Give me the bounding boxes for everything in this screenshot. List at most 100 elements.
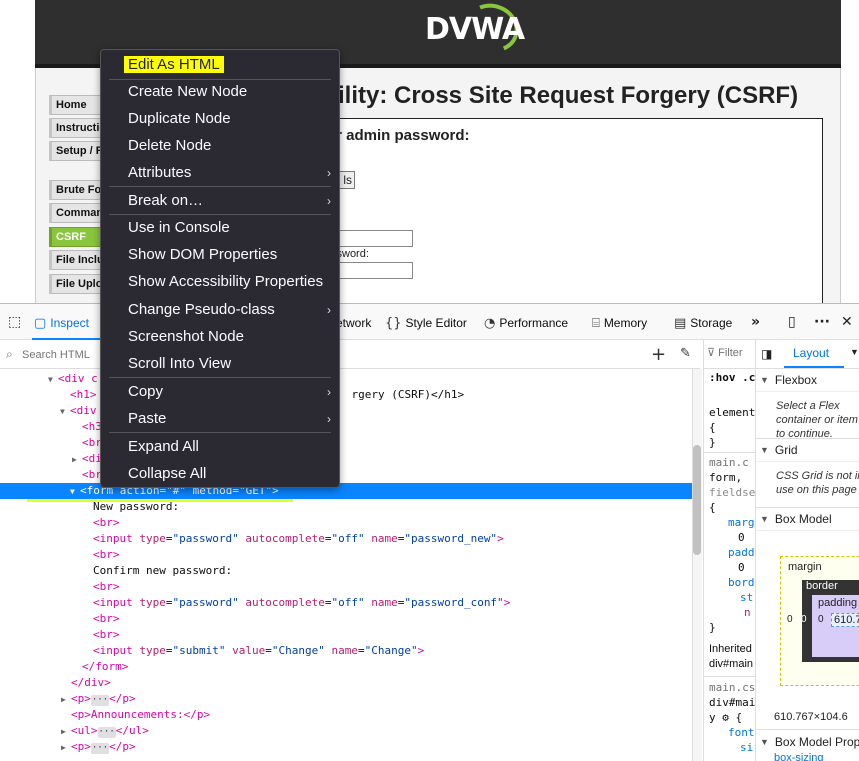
- tree-text-line[interactable]: New password:: [0, 499, 692, 515]
- menu-item-show-accessibility-properties[interactable]: Show Accessibility Properties: [101, 270, 339, 294]
- menu-item-delete-node[interactable]: Delete Node: [101, 134, 339, 158]
- memory-chip-icon: ⌸: [592, 315, 600, 331]
- rules-divider: [704, 452, 755, 453]
- tab-network[interactable]: etwork: [336, 313, 371, 333]
- menu-item-label: Edit As HTML: [124, 56, 224, 73]
- tab-memory[interactable]: ⌸ Memory: [592, 313, 647, 333]
- tree-line[interactable]: ▶ <p>···</p>: [0, 691, 692, 707]
- tree-line[interactable]: <input type="password" autocomplete="off…: [0, 531, 692, 547]
- tree-line[interactable]: <br>: [0, 547, 692, 563]
- menu-item-label: Break on…: [128, 192, 204, 209]
- confirm-password-input[interactable]: [333, 262, 413, 279]
- rule-source[interactable]: main.c: [709, 456, 749, 469]
- menu-item-screenshot-node[interactable]: Screenshot Node: [101, 325, 339, 349]
- tree-tag: <h3: [82, 420, 102, 433]
- collapsed-twisty-icon[interactable]: ▶: [72, 452, 82, 468]
- flexbox-label: Flexbox: [774, 373, 817, 387]
- rule-property[interactable]: padd: [728, 546, 755, 559]
- tree-line[interactable]: <br>: [0, 515, 692, 531]
- box-model-content-size[interactable]: 610.7: [831, 613, 859, 627]
- tree-line[interactable]: </form>: [0, 659, 692, 675]
- overflow-menu-icon[interactable]: ···: [814, 314, 830, 330]
- rule-value[interactable]: 0: [738, 531, 745, 544]
- menu-item-duplicate-node[interactable]: Duplicate Node: [101, 107, 339, 131]
- more-tabs-icon[interactable]: »: [751, 314, 760, 330]
- menu-item-change-pseudo-class[interactable]: Change Pseudo-class ›: [101, 298, 339, 322]
- box-model-section-header[interactable]: ▼ Box Model: [756, 507, 859, 531]
- rule-value[interactable]: 0: [738, 561, 745, 574]
- sidebar-toggle-icon[interactable]: ◨: [761, 347, 772, 361]
- eyedropper-icon[interactable]: ✎: [680, 346, 691, 361]
- menu-item-create-new-node[interactable]: Create New Node: [101, 80, 339, 104]
- tree-line[interactable]: ▶ <p>···</p>: [0, 739, 692, 755]
- tab-layout[interactable]: Layout: [793, 346, 829, 360]
- box-sizing-property[interactable]: box-sizing: [774, 752, 824, 761]
- collapsed-content-ellipsis[interactable]: ···: [90, 743, 110, 754]
- tree-line[interactable]: </div>: [0, 675, 692, 691]
- collapsed-content-ellipsis[interactable]: ···: [97, 727, 116, 738]
- rule-property[interactable]: si: [740, 741, 753, 754]
- tree-line[interactable]: <br>: [0, 627, 692, 643]
- flexbox-section-header[interactable]: ▼ Flexbox: [756, 368, 859, 392]
- padding-left-value[interactable]: 0: [818, 614, 824, 625]
- rule-property[interactable]: font: [728, 726, 755, 739]
- filter-icon: ⊽: [707, 347, 719, 359]
- storage-icon: ▤: [674, 315, 687, 331]
- collapsed-twisty-icon[interactable]: ▶: [61, 740, 71, 756]
- menu-item-scroll-into-view[interactable]: Scroll Into View: [101, 352, 339, 376]
- gauge-icon: ◔: [484, 315, 496, 331]
- menu-item-show-dom-properties[interactable]: Show DOM Properties: [101, 243, 339, 267]
- collapsed-twisty-icon[interactable]: ▶: [61, 724, 71, 740]
- border-left-value[interactable]: 0: [801, 614, 807, 625]
- element-picker-icon[interactable]: ⬚: [8, 314, 21, 330]
- margin-left-value[interactable]: 0: [787, 614, 793, 625]
- new-password-input[interactable]: [333, 230, 413, 247]
- dock-toggle-icon[interactable]: ▯: [788, 314, 796, 330]
- tree-line[interactable]: ▶ <ul>···</ul>: [0, 723, 692, 739]
- menu-item-label: Scroll Into View: [128, 355, 232, 372]
- tree-line[interactable]: <br>: [0, 579, 692, 595]
- collapsed-content-ellipsis[interactable]: ···: [90, 695, 110, 706]
- close-icon[interactable]: ✕: [841, 314, 853, 330]
- rule-value[interactable]: n: [744, 606, 751, 619]
- markup-scrollbar-thumb[interactable]: [693, 445, 701, 555]
- menu-item-attributes[interactable]: Attributes ›: [101, 161, 339, 185]
- tree-text-line[interactable]: Confirm new password:: [0, 563, 692, 579]
- menu-item-expand-all[interactable]: Expand All: [101, 435, 339, 459]
- rules-filter[interactable]: ⊽ Filter: [707, 346, 743, 359]
- menu-item-copy[interactable]: Copy ›: [101, 380, 339, 404]
- tree-line[interactable]: <br>: [0, 611, 692, 627]
- submenu-arrow-icon: ›: [327, 412, 331, 426]
- gear-icon[interactable]: ⚙: [722, 711, 729, 724]
- expanded-twisty-icon: ▼: [60, 407, 65, 416]
- markup-scrollbar-track[interactable]: [692, 369, 702, 761]
- rule-property[interactable]: marg: [728, 516, 755, 529]
- menu-item-collapse-all[interactable]: Collapse All: [101, 462, 339, 486]
- tree-line[interactable]: <input type="password" autocomplete="off…: [0, 595, 692, 611]
- tab-style-editor[interactable]: {} Style Editor: [385, 313, 467, 333]
- border-label: border: [806, 580, 838, 592]
- pseudo-class-toggle[interactable]: :hov .cl: [709, 371, 755, 384]
- tab-inspector-label: Inspect: [50, 316, 89, 330]
- box-model-props-header[interactable]: ▼ Box Model Prop: [756, 729, 859, 753]
- tree-line[interactable]: <input type="submit" value="Change" name…: [0, 643, 692, 659]
- rule-selector: y ⚙ {: [709, 711, 743, 724]
- rule-property[interactable]: bord: [728, 576, 755, 589]
- rule-property[interactable]: st: [740, 591, 753, 604]
- grid-section-header[interactable]: ▼ Grid: [756, 438, 859, 462]
- menu-item-label: Expand All: [128, 438, 199, 455]
- menu-item-break-on[interactable]: Break on… ›: [101, 189, 339, 213]
- menu-item-edit-as-html[interactable]: Edit As HTML: [101, 53, 339, 77]
- tab-performance[interactable]: ◔ Performance: [484, 313, 568, 333]
- menu-separator: [109, 377, 331, 378]
- menu-item-use-in-console[interactable]: Use in Console: [101, 216, 339, 240]
- rule-source[interactable]: main.cs: [709, 681, 755, 694]
- tree-line[interactable]: <p>Announcements:</p>: [0, 707, 692, 723]
- add-node-icon[interactable]: +: [651, 344, 666, 365]
- tab-inspector[interactable]: ▢ Inspect: [34, 313, 89, 333]
- menu-item-paste[interactable]: Paste ›: [101, 407, 339, 431]
- tab-storage[interactable]: ▤ Storage: [674, 313, 732, 333]
- collapsed-twisty-icon[interactable]: ▶: [61, 692, 71, 708]
- box-size-readout: 610.767×104.6: [774, 711, 848, 723]
- chevron-down-icon[interactable]: ▼: [850, 347, 859, 357]
